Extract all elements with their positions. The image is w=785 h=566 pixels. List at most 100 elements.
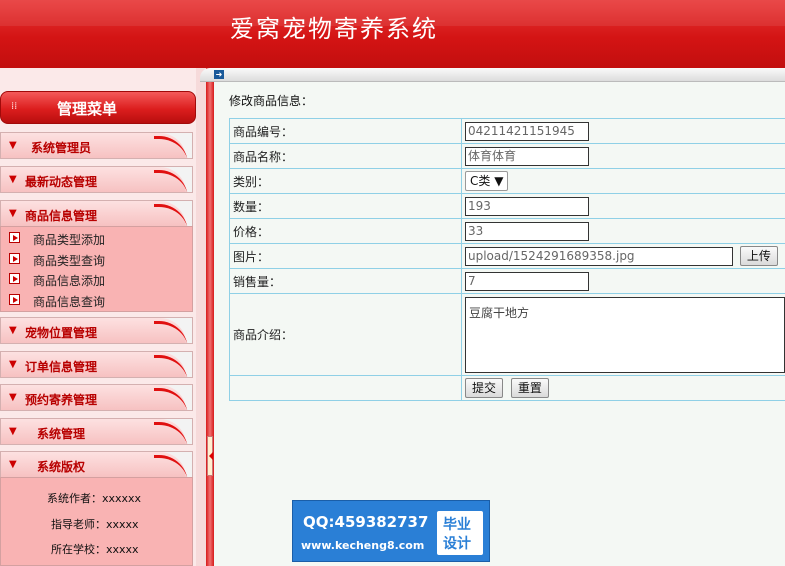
watermark-badge: 毕业 设计 <box>437 511 483 555</box>
teacher-info: 指导老师：xxxxx <box>51 516 139 532</box>
sidebar-section-booking[interactable]: ▼ 预约寄养管理 <box>0 384 193 411</box>
quantity-field[interactable]: 193 <box>465 196 589 216</box>
teacher-value: xxxxx <box>106 518 139 531</box>
play-arrow-icon <box>9 294 20 305</box>
section-tab-bg <box>1 452 188 477</box>
sidebar-item-label: 商品信息添加 <box>33 274 106 288</box>
copyright-panel: 系统作者：xxxxxx 指导老师：xxxxx 所在学校：xxxxx <box>0 477 193 566</box>
sales-label: 销售量： <box>229 268 462 294</box>
play-arrow-icon <box>9 232 20 243</box>
school-info: 所在学校：xxxxx <box>51 541 139 557</box>
form-row-image: 图片： upload/1524291689358.jpg 上传 <box>229 243 785 269</box>
section-label: 系统管理员 <box>31 141 92 155</box>
sidebar-section-orders[interactable]: ▼ 订单信息管理 <box>0 351 193 378</box>
image-label: 图片： <box>229 243 462 269</box>
sidebar-section-copyright[interactable]: ▼ 系统版权 <box>0 451 193 478</box>
section-label: 预约寄养管理 <box>25 393 98 407</box>
sidebar-item-label: 商品类型添加 <box>33 233 106 247</box>
sidebar-item-label: 商品类型查询 <box>33 254 106 268</box>
section-label: 系统管理 <box>37 427 86 441</box>
triangle-down-icon: ▼ <box>9 426 17 437</box>
triangle-down-icon: ▼ <box>9 140 17 151</box>
submit-button[interactable]: 提交 <box>465 378 504 398</box>
triangle-down-icon: ▼ <box>9 174 17 185</box>
price-cell: 33 <box>461 218 785 244</box>
intro-cell: 豆腐干地方 <box>461 293 785 376</box>
collapse-arrow-icon[interactable] <box>207 436 213 476</box>
form-row-sales: 销售量： 7 <box>229 268 785 294</box>
content-tab-bar: ➜ <box>200 68 785 82</box>
sales-field[interactable]: 7 <box>465 271 589 291</box>
author-label: 系统作者： <box>47 492 102 505</box>
main-content: 修改商品信息： 商品编号： 04211421151945 商品名称： 体育体育 … <box>220 82 785 566</box>
sales-cell: 7 <box>461 268 785 294</box>
quantity-cell: 193 <box>461 193 785 219</box>
school-value: xxxxx <box>106 543 139 556</box>
quantity-label: 数量： <box>229 193 462 219</box>
goods-edit-form: 商品编号： 04211421151945 商品名称： 体育体育 类别： C类 ▼… <box>229 118 785 401</box>
name-field[interactable]: 体育体育 <box>465 146 589 166</box>
form-row-intro: 商品介绍： 豆腐干地方 <box>229 293 785 376</box>
sidebar-section-system[interactable]: ▼ 系统管理 <box>0 418 193 445</box>
triangle-down-icon: ▼ <box>9 208 17 219</box>
section-tab-bg <box>1 133 188 158</box>
sidebar-section-news[interactable]: ▼ 最新动态管理 <box>0 166 193 193</box>
watermark-url: www.kecheng8.com <box>301 539 425 552</box>
section-tab-bg <box>1 419 188 444</box>
menu-grip-icon: ⁞⁞ <box>11 101 18 112</box>
name-label: 商品名称： <box>229 143 462 169</box>
category-selected-value: C类 <box>470 174 491 188</box>
form-row-price: 价格： 33 <box>229 218 785 244</box>
upload-button[interactable]: 上传 <box>739 246 778 266</box>
intro-label: 商品介绍： <box>229 293 462 376</box>
watermark-banner: QQ:459382737 www.kecheng8.com 毕业 设计 <box>292 500 490 562</box>
sidebar-section-goods[interactable]: ▼ 商品信息管理 <box>0 200 193 227</box>
app-window: 爱窝宠物寄养系统 ⁞⁞ 管理菜单 ▼ 系统管理员 ▼ 最新动态管理 ▼ 商品信息… <box>0 0 785 566</box>
triangle-down-icon: ▼ <box>494 174 504 188</box>
code-label: 商品编号： <box>229 118 462 144</box>
category-label: 类别： <box>229 168 462 194</box>
category-cell: C类 ▼ <box>461 168 785 194</box>
play-arrow-icon <box>9 253 20 264</box>
section-label: 商品信息管理 <box>25 209 98 223</box>
section-label: 系统版权 <box>37 460 86 474</box>
actions-cell: 提交 重置 <box>461 375 785 401</box>
system-title: 爱窝宠物寄养系统 <box>230 15 438 43</box>
category-select[interactable]: C类 ▼ <box>465 171 509 191</box>
image-cell: upload/1524291689358.jpg 上传 <box>461 243 785 269</box>
sidebar-splitter[interactable] <box>206 68 214 566</box>
code-field[interactable]: 04211421151945 <box>465 121 589 141</box>
page-title: 修改商品信息： <box>229 94 314 108</box>
badge-line-2: 设计 <box>443 536 471 552</box>
form-row-actions: 提交 重置 <box>229 375 785 401</box>
sidebar-section-pet-position[interactable]: ▼ 宠物位置管理 <box>0 317 193 344</box>
section-label: 订单信息管理 <box>25 360 98 374</box>
code-cell: 04211421151945 <box>461 118 785 144</box>
menu-title-bar: ⁞⁞ 管理菜单 <box>0 91 196 124</box>
form-row-code: 商品编号： 04211421151945 <box>229 118 785 144</box>
intro-textarea[interactable]: 豆腐干地方 <box>465 296 785 373</box>
school-label: 所在学校： <box>51 543 106 556</box>
header-banner: 爱窝宠物寄养系统 <box>0 0 785 68</box>
name-cell: 体育体育 <box>461 143 785 169</box>
sidebar-section-admin[interactable]: ▼ 系统管理员 <box>0 132 193 159</box>
form-row-name: 商品名称： 体育体育 <box>229 143 785 169</box>
actions-empty-cell <box>229 375 462 401</box>
teacher-label: 指导老师： <box>51 518 106 531</box>
image-path-field[interactable]: upload/1524291689358.jpg <box>465 247 733 266</box>
author-info: 系统作者：xxxxxx <box>47 490 141 506</box>
form-row-category: 类别： C类 ▼ <box>229 168 785 194</box>
triangle-down-icon: ▼ <box>9 325 17 336</box>
sidebar-item-label: 商品信息查询 <box>33 295 106 309</box>
arrow-right-icon: ➜ <box>214 70 224 79</box>
badge-line-1: 毕业 <box>443 517 471 533</box>
reset-button[interactable]: 重置 <box>510 378 549 398</box>
author-value: xxxxxx <box>102 492 142 505</box>
menu-title: 管理菜单 <box>57 100 118 118</box>
triangle-down-icon: ▼ <box>9 392 17 403</box>
watermark-qq: QQ:459382737 <box>303 513 429 531</box>
triangle-down-icon: ▼ <box>9 459 17 470</box>
sidebar-edge <box>196 68 206 566</box>
price-field[interactable]: 33 <box>465 221 589 241</box>
goods-submenu: 商品类型添加 商品类型查询 商品信息添加 商品信息查询 <box>0 226 193 312</box>
